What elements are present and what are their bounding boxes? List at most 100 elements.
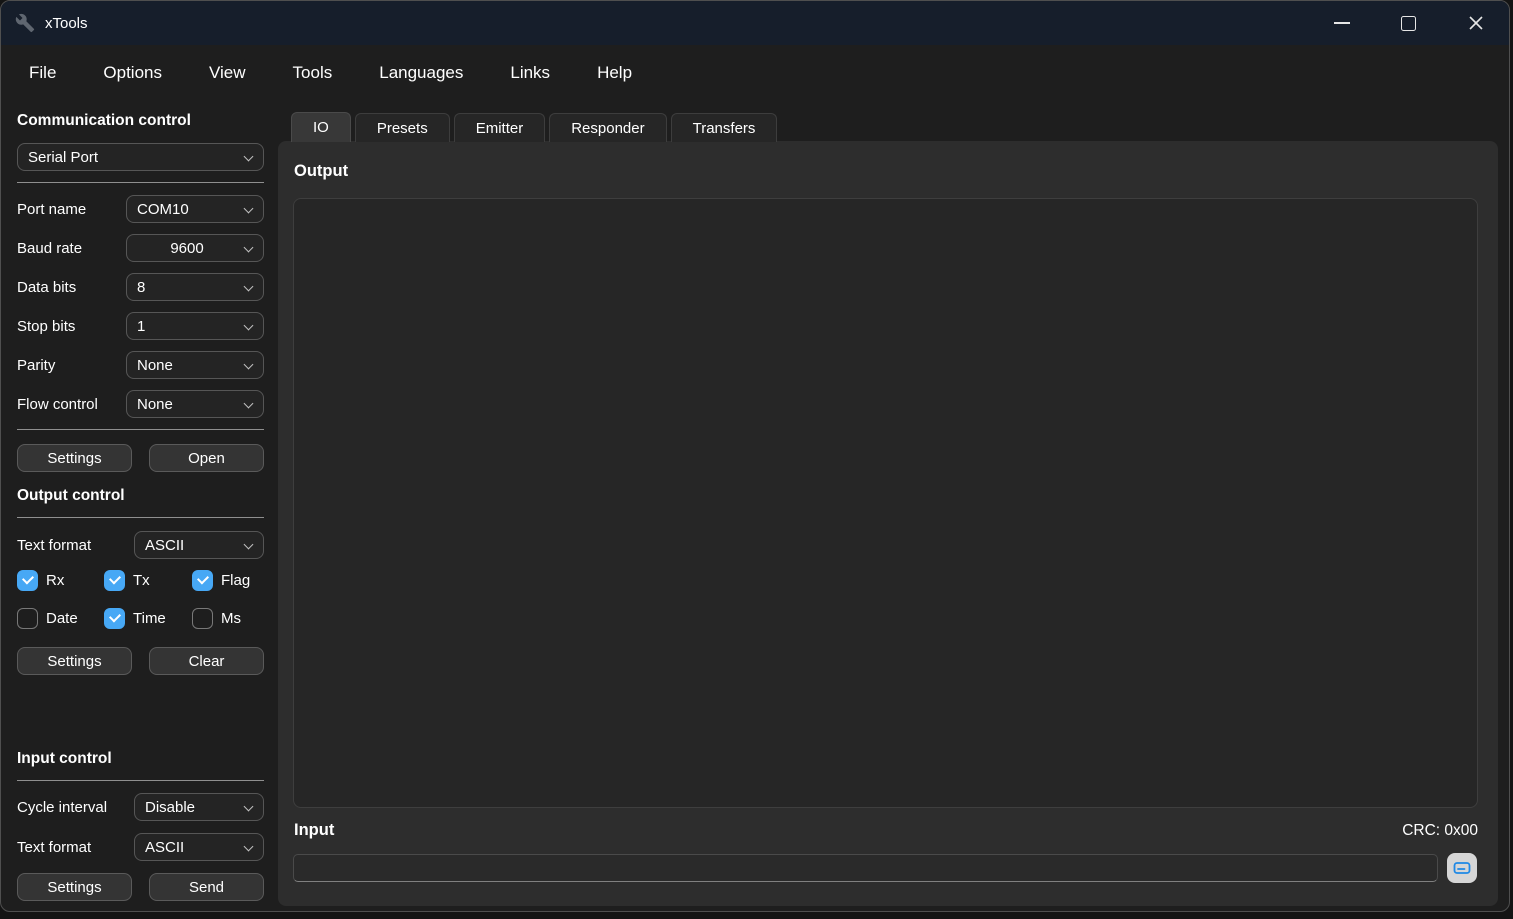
time-checkbox-item[interactable]: Time	[104, 608, 192, 629]
port-name-row: Port name COM10	[17, 195, 264, 223]
input-control-title: Input control	[17, 749, 264, 768]
communication-buttons: Settings Open	[17, 444, 264, 472]
output-textview[interactable]	[293, 198, 1478, 808]
open-button[interactable]: Open	[149, 444, 264, 472]
menu-tools[interactable]: Tools	[293, 63, 333, 83]
data-bits-value: 8	[137, 279, 237, 296]
separator	[17, 517, 264, 518]
input-section-title: Input	[294, 821, 334, 840]
input-text-format-row: Text format ASCII	[17, 833, 264, 861]
parity-row: Parity None	[17, 351, 264, 379]
flow-control-row: Flow control None	[17, 390, 264, 418]
ms-checkbox-item[interactable]: Ms	[192, 608, 241, 629]
output-section-title: Output	[294, 162, 348, 181]
send-button[interactable]: Send	[149, 873, 264, 901]
flow-control-label: Flow control	[17, 396, 98, 413]
title-bar: xTools	[1, 1, 1509, 45]
flag-checkbox-item[interactable]: Flag	[192, 570, 250, 591]
close-icon	[1468, 15, 1484, 31]
output-settings-button[interactable]: Settings	[17, 647, 132, 675]
maximize-icon	[1401, 16, 1416, 31]
input-text-format-select[interactable]: ASCII	[134, 833, 264, 861]
device-type-value: Serial Port	[28, 149, 237, 166]
input-field[interactable]	[293, 854, 1438, 882]
menu-file[interactable]: File	[29, 63, 56, 83]
time-checkbox[interactable]	[104, 608, 125, 629]
input-settings-button[interactable]: Settings	[17, 873, 132, 901]
date-label: Date	[46, 610, 78, 627]
port-name-select[interactable]: COM10	[126, 195, 264, 223]
ms-label: Ms	[221, 610, 241, 627]
tab-emitter[interactable]: Emitter	[454, 113, 546, 142]
menu-help[interactable]: Help	[597, 63, 632, 83]
chevron-down-icon	[245, 803, 253, 811]
separator	[17, 780, 264, 781]
date-checkbox[interactable]	[17, 608, 38, 629]
flag-checkbox[interactable]	[192, 570, 213, 591]
stop-bits-select[interactable]: 1	[126, 312, 264, 340]
menu-links[interactable]: Links	[510, 63, 550, 83]
input-format-button[interactable]	[1447, 853, 1477, 883]
date-checkbox-item[interactable]: Date	[17, 608, 104, 629]
sidebar: Communication control Serial Port Port n…	[1, 101, 278, 912]
output-text-format-value: ASCII	[145, 537, 237, 554]
minimize-icon	[1334, 22, 1350, 24]
chevron-down-icon	[245, 361, 253, 369]
data-bits-label: Data bits	[17, 279, 76, 296]
tab-bar: IO Presets Emitter Responder Transfers	[291, 112, 777, 142]
output-flags-row-1: Rx Tx Flag	[17, 569, 264, 591]
tx-label: Tx	[133, 572, 150, 589]
rx-checkbox[interactable]	[17, 570, 38, 591]
parity-label: Parity	[17, 357, 55, 374]
close-button[interactable]	[1442, 1, 1509, 45]
chevron-down-icon	[245, 205, 253, 213]
app-window: xTools File Options View Tools Languages…	[0, 0, 1510, 912]
stop-bits-row: Stop bits 1	[17, 312, 264, 340]
stop-bits-label: Stop bits	[17, 318, 75, 335]
port-name-label: Port name	[17, 201, 86, 218]
baud-rate-value: 9600	[137, 240, 237, 257]
menu-bar: File Options View Tools Languages Links …	[1, 45, 1509, 101]
output-text-format-select[interactable]: ASCII	[134, 531, 264, 559]
crc-value: CRC: 0x00	[1402, 822, 1478, 840]
flow-control-select[interactable]: None	[126, 390, 264, 418]
separator	[17, 429, 264, 430]
stop-bits-value: 1	[137, 318, 237, 335]
baud-rate-row: Baud rate 9600	[17, 234, 264, 262]
chevron-down-icon	[245, 322, 253, 330]
input-control-buttons: Settings Send	[17, 873, 264, 901]
baud-rate-label: Baud rate	[17, 240, 82, 257]
io-tab-page: Output Input CRC: 0x00	[278, 141, 1498, 906]
chevron-down-icon	[245, 283, 253, 291]
rx-label: Rx	[46, 572, 64, 589]
baud-rate-select[interactable]: 9600	[126, 234, 264, 262]
menu-options[interactable]: Options	[103, 63, 162, 83]
data-bits-select[interactable]: 8	[126, 273, 264, 301]
output-text-format-label: Text format	[17, 537, 91, 554]
input-text-format-label: Text format	[17, 839, 91, 856]
parity-value: None	[137, 357, 237, 374]
cycle-interval-select[interactable]: Disable	[134, 793, 264, 821]
time-label: Time	[133, 610, 166, 627]
ms-checkbox[interactable]	[192, 608, 213, 629]
wrench-icon	[14, 12, 36, 34]
communication-settings-button[interactable]: Settings	[17, 444, 132, 472]
rx-checkbox-item[interactable]: Rx	[17, 570, 104, 591]
tab-responder[interactable]: Responder	[549, 113, 666, 142]
clear-button[interactable]: Clear	[149, 647, 264, 675]
maximize-button[interactable]	[1375, 1, 1442, 45]
parity-select[interactable]: None	[126, 351, 264, 379]
flow-control-value: None	[137, 396, 237, 413]
menu-view[interactable]: View	[209, 63, 246, 83]
device-type-select[interactable]: Serial Port	[17, 143, 264, 171]
tab-transfers[interactable]: Transfers	[671, 113, 778, 142]
tab-io[interactable]: IO	[291, 112, 351, 142]
output-flags-row-2: Date Time Ms	[17, 607, 264, 629]
tx-checkbox[interactable]	[104, 570, 125, 591]
data-bits-row: Data bits 8	[17, 273, 264, 301]
communication-control-title: Communication control	[17, 111, 264, 130]
tab-presets[interactable]: Presets	[355, 113, 450, 142]
tx-checkbox-item[interactable]: Tx	[104, 570, 192, 591]
minimize-button[interactable]	[1308, 1, 1375, 45]
menu-languages[interactable]: Languages	[379, 63, 463, 83]
